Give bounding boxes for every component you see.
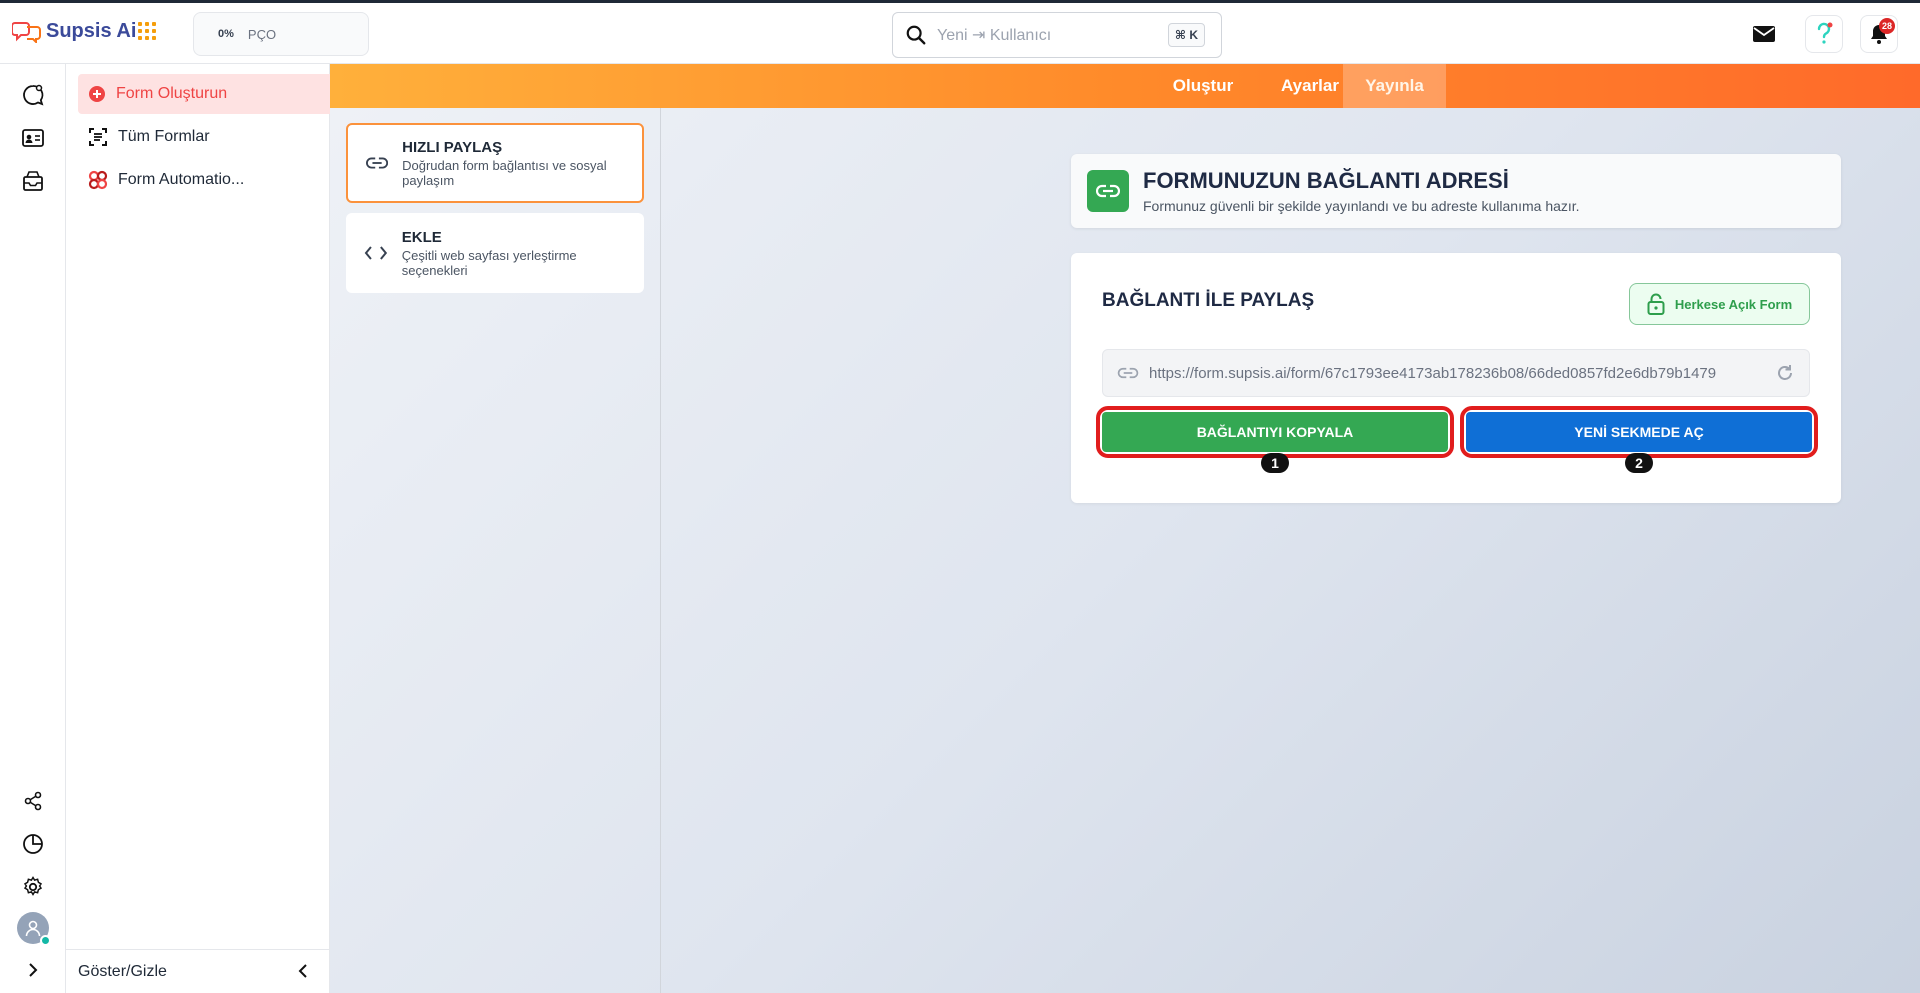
search-input[interactable]: Yeni ⇥ Kullanıcı [937, 25, 1051, 45]
share-link-panel: BAĞLANTI İLE PAYLAŞ Herkese Açık Form ht… [1071, 253, 1841, 503]
search-box[interactable]: Yeni ⇥ Kullanıcı ⌘ K [892, 12, 1222, 58]
app-logo[interactable]: Supsis Ai [12, 19, 136, 43]
url-header-title: FORMUNUZUN BAĞLANTI ADRESİ [1143, 168, 1509, 193]
sidebar-item-label: Tüm Formlar [118, 128, 210, 145]
help-button[interactable] [1805, 15, 1843, 53]
embed-option[interactable]: EKLE Çeşitli web sayfası yerleştirme seç… [346, 213, 644, 293]
quick-share-option[interactable]: HIZLI PAYLAŞ Doğrudan form bağlantısı ve… [346, 123, 644, 203]
step-marker-2: 2 [1625, 453, 1653, 473]
link-icon [1117, 367, 1139, 379]
rail-inbox-button[interactable] [20, 168, 46, 194]
chat-bubble-icon [23, 84, 44, 106]
share-option-title: HIZLI PAYLAŞ [402, 138, 503, 156]
rail-settings-button[interactable] [20, 874, 46, 900]
rail-contacts-button[interactable] [20, 125, 46, 151]
online-status-dot [40, 935, 51, 946]
app-name: Supsis Ai [46, 19, 137, 42]
step-marker-1: 1 [1261, 453, 1289, 473]
code-brackets-icon [364, 246, 388, 260]
chevron-right-icon [29, 963, 38, 977]
sidebar-item-form-automation[interactable]: Form Automatio... [78, 160, 330, 200]
search-shortcut: ⌘ K [1167, 23, 1205, 47]
notifications-button[interactable]: 28 [1860, 15, 1898, 53]
form-url-header: FORMUNUZUN BAĞLANTI ADRESİ Formunuz güve… [1071, 154, 1841, 228]
share-option-desc: Doğrudan form bağlantısı ve sosyal payla… [402, 157, 607, 188]
id-card-icon [22, 129, 44, 147]
rail-reports-button[interactable] [20, 831, 46, 857]
sidebar-item-label: Form Automatio... [118, 171, 245, 188]
automation-icon [88, 170, 108, 190]
builder-tab-bar: Oluştur Ayarlar Yayınla [330, 64, 1920, 108]
form-url-text: https://form.supsis.ai/form/67c1793ee417… [1149, 364, 1717, 382]
copy-link-button[interactable]: BAĞLANTIYI KOPYALA [1102, 412, 1448, 452]
link-icon [1096, 184, 1120, 198]
sidebar-item-create-form[interactable]: Form Oluşturun [78, 74, 330, 114]
progress-label: PÇO [247, 26, 277, 42]
rail-chat-button[interactable] [20, 82, 46, 108]
mail-icon [1753, 26, 1775, 42]
open-new-tab-button[interactable]: YENİ SEKMEDE AÇ [1466, 412, 1812, 452]
gear-icon [23, 876, 43, 896]
tab-publish[interactable]: Yayınla [1343, 64, 1446, 108]
unlock-icon [1647, 293, 1665, 315]
mail-button[interactable] [1745, 15, 1783, 53]
inbox-tray-icon [23, 171, 43, 191]
notification-badge: 28 [1879, 18, 1895, 34]
link-badge [1087, 170, 1129, 212]
pie-chart-icon [23, 834, 43, 854]
public-form-label: Herkese Açık Form [1674, 296, 1793, 312]
avatar[interactable] [17, 912, 51, 946]
plus-circle-icon [89, 86, 105, 102]
tab-create[interactable]: Oluştur [1149, 64, 1257, 108]
help-icon [1817, 22, 1833, 44]
share-panel-title: BAĞLANTI İLE PAYLAŞ [1102, 290, 1315, 311]
top-bar: Supsis Ai 0% PÇO Yeni ⇥ Kullanıcı ⌘ K 28 [0, 0, 1920, 64]
share-option-desc: Çeşitli web sayfası yerleştirme seçenekl… [401, 247, 577, 278]
logo-icon [12, 22, 41, 43]
search-icon [906, 25, 926, 45]
rail-expand-button[interactable] [20, 957, 46, 983]
chevron-left-icon[interactable] [296, 962, 310, 980]
sidebar-toggle-label: Göster/Gizle [78, 962, 167, 980]
progress-percent: 0% [218, 28, 234, 40]
sidebar-toggle[interactable]: Göster/Gizle [66, 949, 330, 993]
share-nodes-icon [24, 791, 42, 811]
sidebar: Form Oluşturun Tüm Formlar Form Automati… [66, 64, 330, 993]
share-options-column: HIZLI PAYLAŞ Doğrudan form bağlantısı ve… [330, 108, 661, 993]
sidebar-item-all-forms[interactable]: Tüm Formlar [78, 117, 330, 157]
user-avatar-icon [25, 920, 41, 937]
form-list-icon [89, 128, 107, 146]
progress-indicator[interactable]: 0% PÇO [193, 12, 369, 56]
publish-content: HIZLI PAYLAŞ Doğrudan form bağlantısı ve… [330, 108, 1920, 993]
apps-grid-icon[interactable] [138, 22, 156, 40]
public-form-button[interactable]: Herkese Açık Form [1629, 283, 1810, 325]
sidebar-item-label: Form Oluşturun [116, 85, 228, 102]
url-header-subtitle: Formunuz güvenli bir şekilde yayınlandı … [1143, 198, 1580, 214]
refresh-icon[interactable] [1775, 363, 1795, 383]
share-option-title: EKLE [401, 228, 442, 246]
link-icon [366, 157, 389, 169]
form-url-field[interactable]: https://form.supsis.ai/form/67c1793ee417… [1102, 349, 1810, 397]
icon-rail [0, 64, 66, 993]
rail-share-button[interactable] [20, 788, 46, 814]
